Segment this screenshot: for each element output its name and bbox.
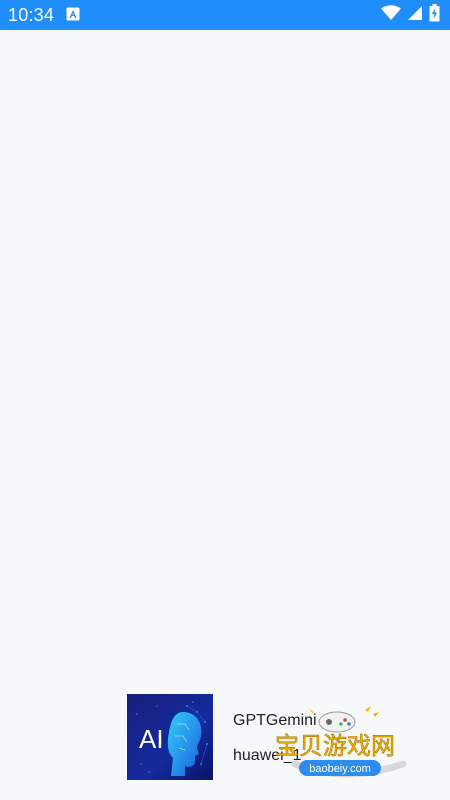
battery-charging-icon [429, 3, 440, 27]
status-time: 10:34 [8, 5, 55, 25]
status-icons [381, 3, 440, 27]
app-subtitle: huawei_1 [233, 747, 302, 764]
cell-signal-icon [407, 5, 423, 26]
a-letter-icon [66, 7, 80, 21]
status-bar: 10:34 [0, 0, 450, 30]
wifi-icon [381, 4, 401, 26]
app-logo: AI [127, 694, 213, 780]
logo-text: AI [139, 724, 164, 754]
gamepad-icon [318, 711, 356, 733]
app-name: GPTGemini [233, 712, 317, 729]
watermark-url: baobeiy.com [309, 763, 371, 775]
splash-branding: AI GPTGemini huawei_1 宝贝游戏网 baobeiy.com [127, 694, 427, 782]
